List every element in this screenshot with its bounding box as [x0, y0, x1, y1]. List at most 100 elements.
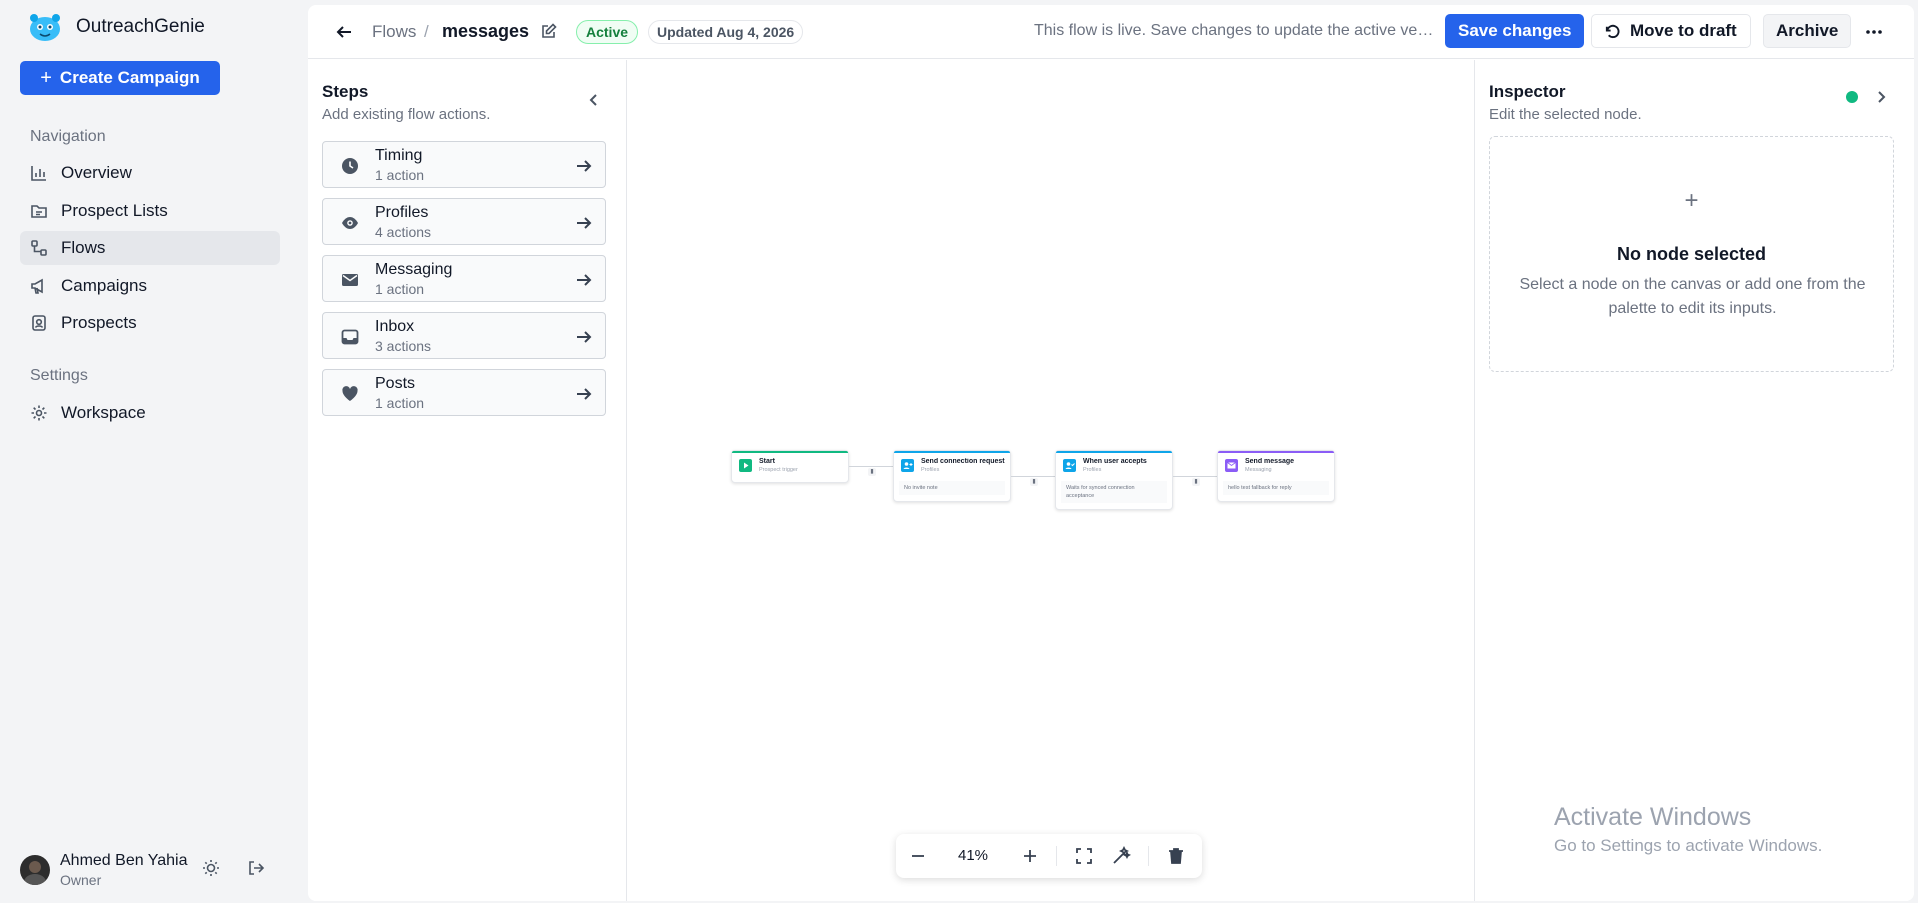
theme-toggle-button[interactable] [201, 858, 221, 878]
auto-layout-button[interactable] [1111, 845, 1132, 866]
step-card-posts[interactable]: Posts 1 action [322, 369, 606, 416]
create-campaign-button[interactable]: + Create Campaign [20, 61, 220, 95]
flow-icon [31, 240, 47, 256]
heart-icon [341, 385, 359, 403]
step-count: 4 actions [375, 224, 432, 240]
inspector-panel: Inspector Edit the selected node. + No n… [1474, 60, 1914, 901]
empty-state: + No node selected Select a node on the … [1489, 136, 1894, 372]
rename-flow-button[interactable] [540, 22, 558, 40]
mail-icon [341, 271, 359, 289]
user-check-icon [1063, 459, 1076, 472]
play-icon [739, 459, 752, 472]
zoom-in-button[interactable] [1020, 846, 1040, 866]
node-subtitle: Messaging [1245, 467, 1272, 473]
move-to-draft-label: Move to draft [1630, 21, 1737, 40]
clock-icon [341, 157, 359, 175]
gear-icon [31, 405, 47, 421]
genie-logo-icon [30, 14, 60, 41]
sidebar-item-overview[interactable]: Overview [20, 156, 280, 190]
folder-list-icon [31, 205, 47, 218]
more-options-icon[interactable] [1863, 22, 1885, 42]
sidebar-item-workspace[interactable]: Workspace [20, 396, 280, 430]
live-notice: This flow is live. Save changes to updat… [1034, 22, 1438, 39]
flow-node-send-connection[interactable]: Send connection request Profiles No invi… [893, 450, 1011, 502]
user-plus-icon [901, 459, 914, 472]
status-indicator [1846, 91, 1858, 103]
brand[interactable]: OutreachGenie [28, 12, 205, 42]
step-card-timing[interactable]: Timing 1 action [322, 141, 606, 188]
collapse-steps-button[interactable] [586, 92, 602, 108]
sidebar-item-label: Prospect Lists [61, 201, 168, 220]
fit-view-button[interactable] [1074, 846, 1094, 866]
flow-node-send-message[interactable]: Send message Messaging hello test fallba… [1217, 450, 1335, 502]
archive-button[interactable]: Archive [1763, 14, 1852, 48]
inbox-icon [341, 328, 359, 346]
back-button[interactable] [334, 22, 354, 42]
node-subtitle: Profiles [1083, 467, 1102, 473]
trash-icon[interactable]: ▮ [1192, 478, 1200, 486]
steps-subtitle: Add existing flow actions. [322, 106, 491, 123]
flow-node-start[interactable]: Start Prospect trigger [731, 450, 849, 483]
steps-title: Steps [322, 82, 369, 101]
step-card-messaging[interactable]: Messaging 1 action [322, 255, 606, 302]
avatar [20, 855, 50, 885]
eye-icon [341, 214, 359, 232]
node-subtitle: Prospect trigger [759, 467, 798, 473]
flow-name: messages [442, 21, 530, 41]
step-count: 3 actions [375, 338, 432, 354]
sidebar-item-campaigns[interactable]: Campaigns [20, 269, 280, 303]
node-accent-bar [894, 451, 1010, 453]
delete-button[interactable] [1166, 846, 1186, 866]
steps-panel: Steps Add existing flow actions. Timing … [308, 60, 627, 901]
toolbar-divider [1148, 846, 1149, 866]
trash-icon[interactable]: ▮ [1030, 478, 1038, 486]
node-title: Send message [1245, 458, 1295, 465]
collapse-inspector-button[interactable] [1873, 89, 1889, 105]
plus-icon: + [40, 67, 52, 89]
contact-card-icon [32, 315, 46, 331]
step-name: Profiles [375, 204, 429, 221]
step-card-inbox[interactable]: Inbox 3 actions [322, 312, 606, 359]
pencil-square-icon [542, 23, 557, 38]
sidebar-item-label: Flows [61, 238, 106, 257]
flow-header: Flows / messages Active Updated Aug 4, 2… [308, 5, 1914, 59]
status-badge: Active [576, 20, 639, 44]
sidebar: OutreachGenie + Create Campaign Navigati… [0, 0, 300, 903]
user-name: Ahmed Ben Yahia [60, 852, 188, 869]
node-accent-bar [1056, 451, 1172, 453]
settings-heading: Settings [30, 367, 88, 384]
user-profile[interactable]: Ahmed Ben Yahia Owner [20, 852, 188, 888]
arrow-right-icon [575, 157, 593, 175]
sidebar-item-prospects[interactable]: Prospects [20, 306, 280, 340]
node-body: hello test fallback for reply [1223, 481, 1329, 495]
minus-icon [912, 855, 924, 857]
node-title: Start [759, 458, 775, 465]
move-to-draft-button[interactable]: Move to draft [1591, 14, 1751, 48]
step-card-profiles[interactable]: Profiles 4 actions [322, 198, 606, 245]
magic-wand-icon [1113, 845, 1132, 864]
sidebar-item-prospect-lists[interactable]: Prospect Lists [20, 194, 280, 228]
trash-icon[interactable]: ▮ [868, 468, 876, 476]
save-changes-button[interactable]: Save changes [1445, 14, 1585, 48]
sidebar-item-label: Overview [61, 163, 132, 182]
activation-watermark: Activate Windows Go to Settings to activ… [1554, 803, 1822, 856]
sidebar-item-flows[interactable]: Flows [20, 231, 280, 265]
plus-icon [1024, 850, 1036, 862]
flow-canvas[interactable]: Start Prospect trigger ▮ Send connection… [628, 60, 1474, 901]
canvas-toolbar: 41% [896, 834, 1202, 878]
zoom-out-button[interactable] [908, 846, 928, 866]
chevron-left-icon [589, 94, 597, 106]
step-name: Timing [375, 147, 423, 164]
breadcrumb-flows[interactable]: Flows [372, 22, 416, 42]
sidebar-item-label: Prospects [61, 313, 137, 332]
arrow-right-icon [575, 385, 593, 403]
breadcrumb-separator: / [424, 22, 429, 41]
bar-chart-icon [31, 166, 46, 181]
arrow-right-icon [575, 271, 593, 289]
node-body: No invite note [899, 481, 1005, 495]
node-body: Waits for synced connection acceptance [1061, 481, 1167, 503]
step-name: Inbox [375, 318, 415, 335]
flow-node-when-accepts[interactable]: When user accepts Profiles Waits for syn… [1055, 450, 1173, 510]
node-connector [849, 466, 894, 467]
logout-button[interactable] [246, 858, 266, 878]
